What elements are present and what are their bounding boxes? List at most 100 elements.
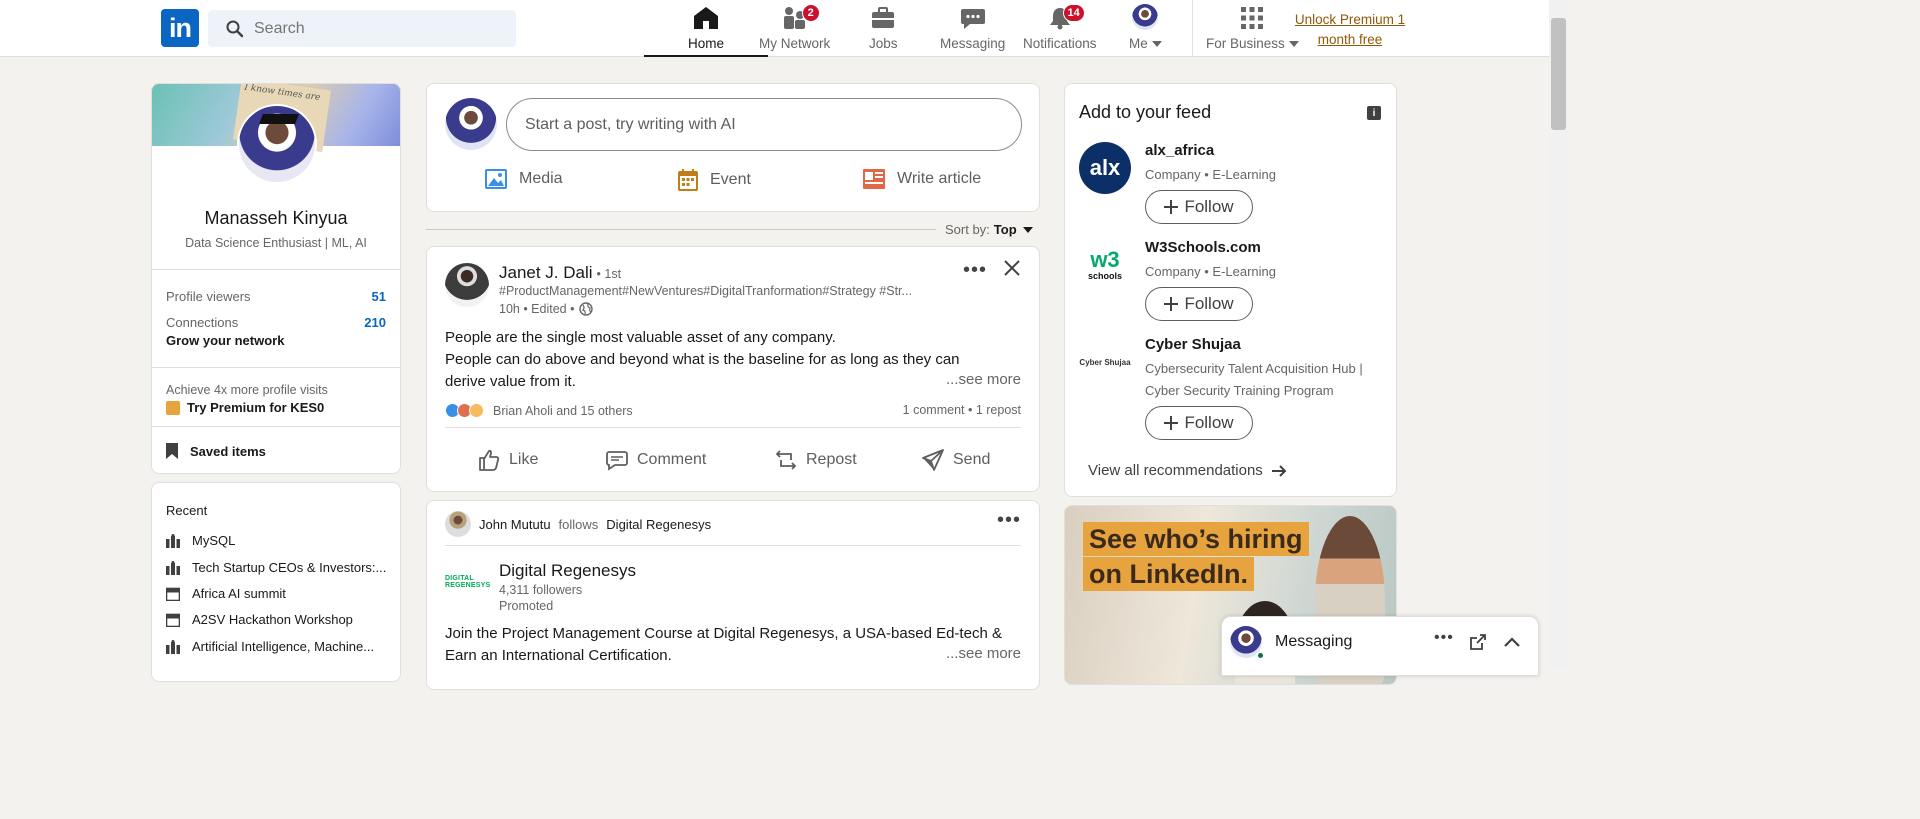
rec-name[interactable]: W3Schools.com xyxy=(1145,239,1261,256)
divider xyxy=(152,367,400,368)
follow-button[interactable]: Follow xyxy=(1145,406,1253,440)
reactions-summary[interactable]: Brian Aholi and 15 others xyxy=(445,403,633,418)
post-author[interactable]: Janet J. Dali • 1st xyxy=(499,263,621,283)
rec-name[interactable]: Cyber Shujaa xyxy=(1145,336,1241,353)
rec-name[interactable]: alx_africa xyxy=(1145,142,1214,159)
start-post-input[interactable]: Start a post, try writing with AI xyxy=(506,98,1022,151)
close-icon[interactable] xyxy=(1003,259,1021,277)
linkedin-logo[interactable]: in xyxy=(161,9,199,47)
try-premium-link[interactable]: Try Premium for KES0 xyxy=(166,400,324,415)
compose-icon[interactable] xyxy=(1470,634,1486,650)
comment-button[interactable]: Comment xyxy=(605,448,706,472)
write-article-button[interactable]: Write article xyxy=(863,169,981,189)
recent-item[interactable]: MySQL xyxy=(166,533,388,548)
w3schools-logo-mark: w3 xyxy=(1090,247,1120,272)
divider xyxy=(152,426,400,427)
repost-button[interactable]: Repost xyxy=(774,448,857,472)
chevron-up-icon[interactable] xyxy=(1504,636,1520,648)
group-icon xyxy=(166,533,180,548)
follow-button[interactable]: Follow xyxy=(1145,287,1253,321)
reaction-icons xyxy=(445,403,484,418)
premium-line-2: month free xyxy=(1317,32,1383,47)
recent-item[interactable]: Africa AI summit xyxy=(166,586,388,601)
composer-avatar[interactable] xyxy=(445,98,497,150)
scrollbar-thumb[interactable] xyxy=(1551,18,1566,130)
nav-messaging[interactable]: Messaging xyxy=(940,4,1005,57)
sort-dropdown[interactable]: Sort by: Top xyxy=(945,222,1035,237)
chat-icon xyxy=(960,9,985,29)
article-icon xyxy=(863,169,885,189)
event-button[interactable]: Event xyxy=(678,169,751,191)
like-button[interactable]: Like xyxy=(477,448,538,472)
send-label: Send xyxy=(953,451,991,468)
page-scrollbar[interactable] xyxy=(1549,0,1568,669)
cyber-shujaa-logo[interactable]: Cyber Shujaa xyxy=(1079,336,1131,388)
nav-my-network-label: My Network xyxy=(759,36,831,51)
promo-target[interactable]: Digital Regenesys xyxy=(606,517,711,532)
follow-button[interactable]: Follow xyxy=(1145,190,1253,224)
nav-notifications[interactable]: 14 Notifications xyxy=(1023,4,1097,57)
post-body-line: People can do above and beyond what is t… xyxy=(445,351,960,390)
see-more-link[interactable]: ...see more xyxy=(946,371,1021,388)
profile-avatar[interactable] xyxy=(237,104,317,184)
promo-company-name[interactable]: Digital Regenesys xyxy=(499,561,636,581)
promo-context: John Mututu follows Digital Regenesys xyxy=(445,511,711,537)
post-author-name[interactable]: Janet J. Dali xyxy=(499,263,593,282)
connections-row[interactable]: Connections 210 xyxy=(166,315,386,330)
nav-home[interactable]: Home xyxy=(643,4,769,57)
view-all-recommendations-link[interactable]: View all recommendations xyxy=(1088,462,1287,479)
alx-logo[interactable]: alx xyxy=(1079,142,1131,194)
caret-down-icon xyxy=(1022,226,1033,233)
promo-verb: follows xyxy=(558,516,599,532)
unlock-premium-link[interactable]: Unlock Premium 1 month free xyxy=(1290,10,1410,50)
send-button[interactable]: Send xyxy=(921,448,990,472)
media-button[interactable]: Media xyxy=(485,169,563,189)
post-time-text: 10h • Edited • xyxy=(499,302,575,316)
more-options-icon[interactable]: ••• xyxy=(963,259,987,282)
info-icon[interactable]: i xyxy=(1367,106,1381,120)
event-icon xyxy=(166,587,180,601)
recent-item[interactable]: A2SV Hackathon Workshop xyxy=(166,612,388,627)
divider xyxy=(445,427,1021,428)
nav-my-network[interactable]: 2 My Network xyxy=(759,4,830,57)
rec-desc: Company • E-Learning xyxy=(1145,167,1277,182)
company-logo[interactable]: DIGITAL REGENESYS xyxy=(445,575,490,589)
reactions-text: Brian Aholi and 15 others xyxy=(493,403,633,418)
actor-avatar[interactable] xyxy=(445,511,471,537)
group-icon xyxy=(166,560,180,575)
nav-me[interactable]: Me xyxy=(1129,4,1162,57)
notifications-badge: 14 xyxy=(1062,4,1085,22)
saved-items-link[interactable]: Saved items xyxy=(166,443,266,459)
more-options-icon[interactable]: ••• xyxy=(1434,629,1454,647)
media-label: Media xyxy=(519,170,563,187)
bookmark-icon xyxy=(166,443,178,459)
profile-viewers-row[interactable]: Profile viewers 51 xyxy=(166,289,386,304)
more-options-icon[interactable]: ••• xyxy=(997,509,1021,532)
see-more-link[interactable]: ...see more xyxy=(946,645,1021,662)
nav-for-business-label: For Business xyxy=(1206,36,1285,51)
online-status-icon xyxy=(1256,651,1265,660)
nav-jobs[interactable]: Jobs xyxy=(869,4,898,57)
nav-for-business[interactable]: For Business xyxy=(1206,4,1299,57)
divider xyxy=(445,545,1021,546)
profile-name[interactable]: Manasseh Kinyua xyxy=(152,208,400,229)
recent-item[interactable]: Artificial Intelligence, Machine... xyxy=(166,639,388,654)
recent-item[interactable]: Tech Startup CEOs & Investors:... xyxy=(166,560,388,575)
promo-followers: 4,311 followers xyxy=(499,583,583,597)
messaging-bar[interactable]: Messaging ••• xyxy=(1221,616,1539,676)
sort-value: Top xyxy=(993,222,1017,237)
send-icon xyxy=(922,449,944,471)
messaging-label: Messaging xyxy=(1275,633,1353,650)
search-box[interactable] xyxy=(208,10,516,47)
like-icon xyxy=(479,449,500,471)
post-comments-reposts[interactable]: 1 comment • 1 repost xyxy=(903,403,1021,417)
search-input[interactable] xyxy=(254,19,494,38)
like-label: Like xyxy=(509,451,539,468)
promo-actor[interactable]: John Mututu xyxy=(479,517,551,532)
profile-card: I know times are Manasseh Kinyua Data Sc… xyxy=(151,83,401,474)
post-author-avatar[interactable] xyxy=(445,263,489,307)
grow-network-link[interactable]: Grow your network xyxy=(166,333,284,348)
w3schools-logo[interactable]: w3 schools xyxy=(1079,239,1131,291)
post-author-tags: #ProductManagement#NewVentures#DigitalTr… xyxy=(499,284,912,298)
arrow-right-icon xyxy=(1271,464,1287,477)
